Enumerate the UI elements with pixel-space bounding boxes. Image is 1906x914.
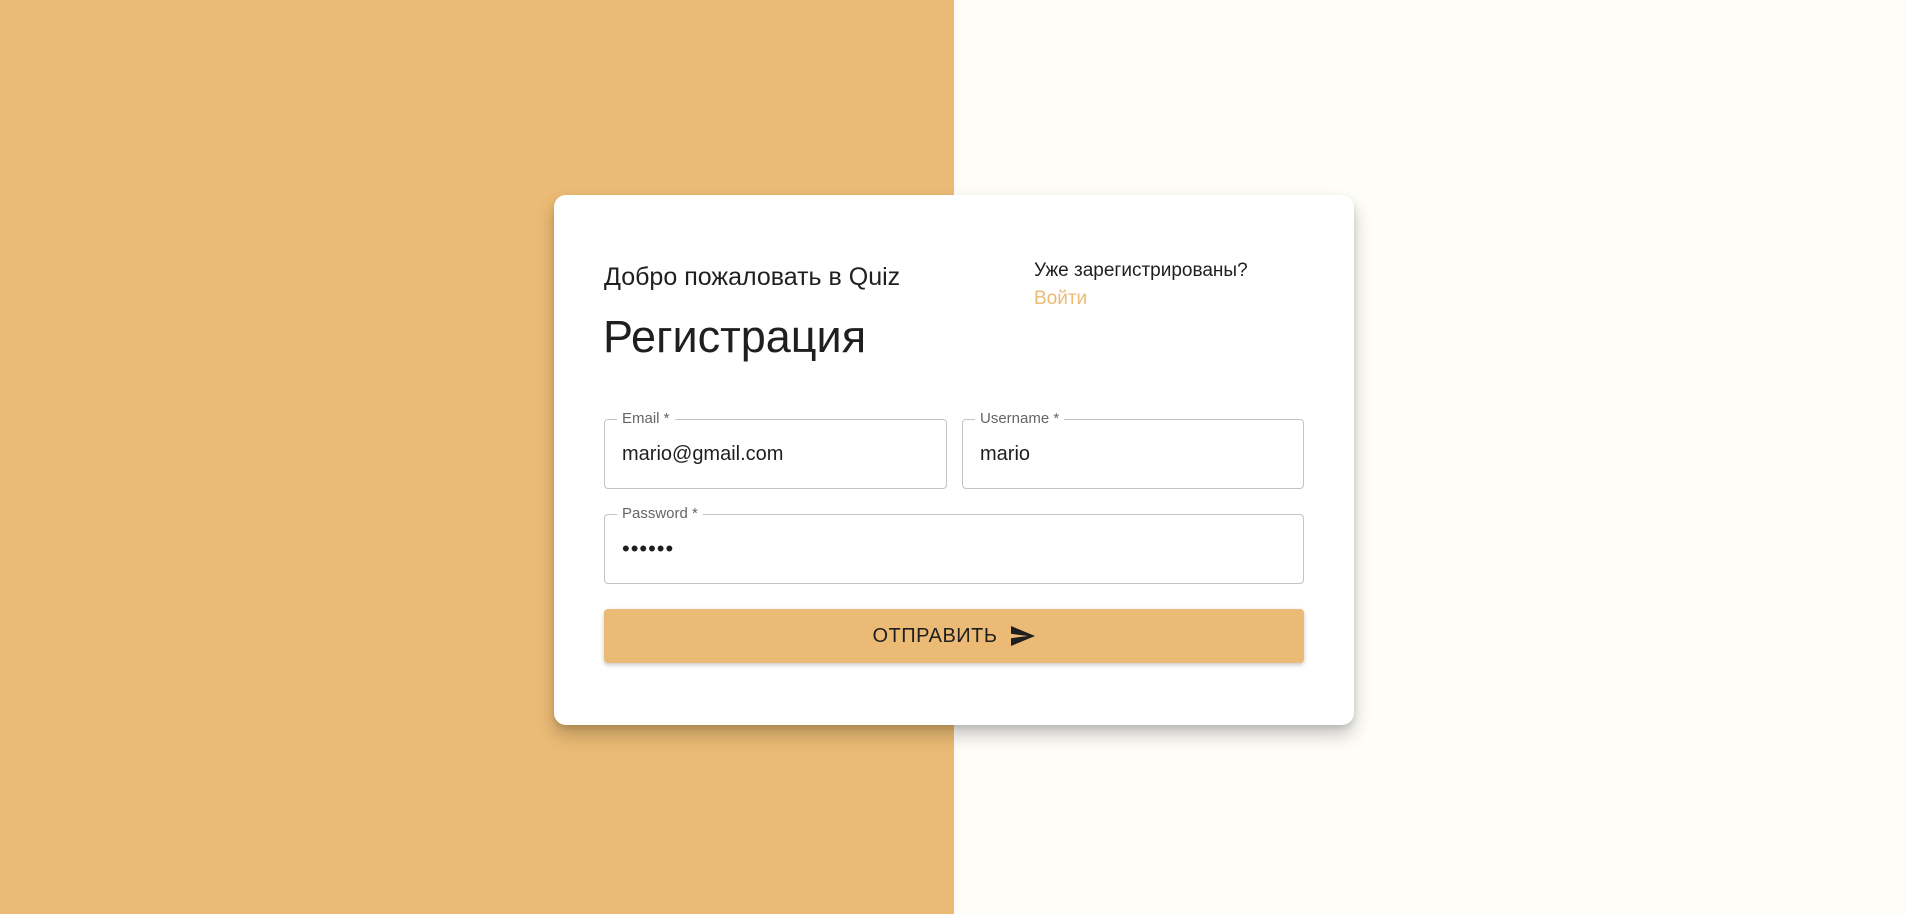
registration-card: Добро пожаловать в Quiz Регистрация Уже … [554, 195, 1354, 725]
username-input[interactable] [963, 420, 1303, 488]
login-link[interactable]: Войти [1034, 288, 1087, 310]
password-input[interactable] [605, 515, 1303, 583]
username-field: Username * [962, 410, 1304, 489]
submit-label: ОТПРАВИТЬ [872, 624, 998, 647]
email-input[interactable] [605, 420, 946, 488]
send-icon [1010, 625, 1036, 647]
email-field: Email * [604, 410, 947, 489]
submit-button[interactable]: ОТПРАВИТЬ [604, 609, 1304, 663]
password-field: Password * [604, 505, 1304, 584]
welcome-text: Добро пожаловать в Quiz [604, 263, 901, 291]
page-title: Регистрация [603, 311, 867, 362]
already-registered-text: Уже зарегистрированы? [1034, 260, 1248, 281]
